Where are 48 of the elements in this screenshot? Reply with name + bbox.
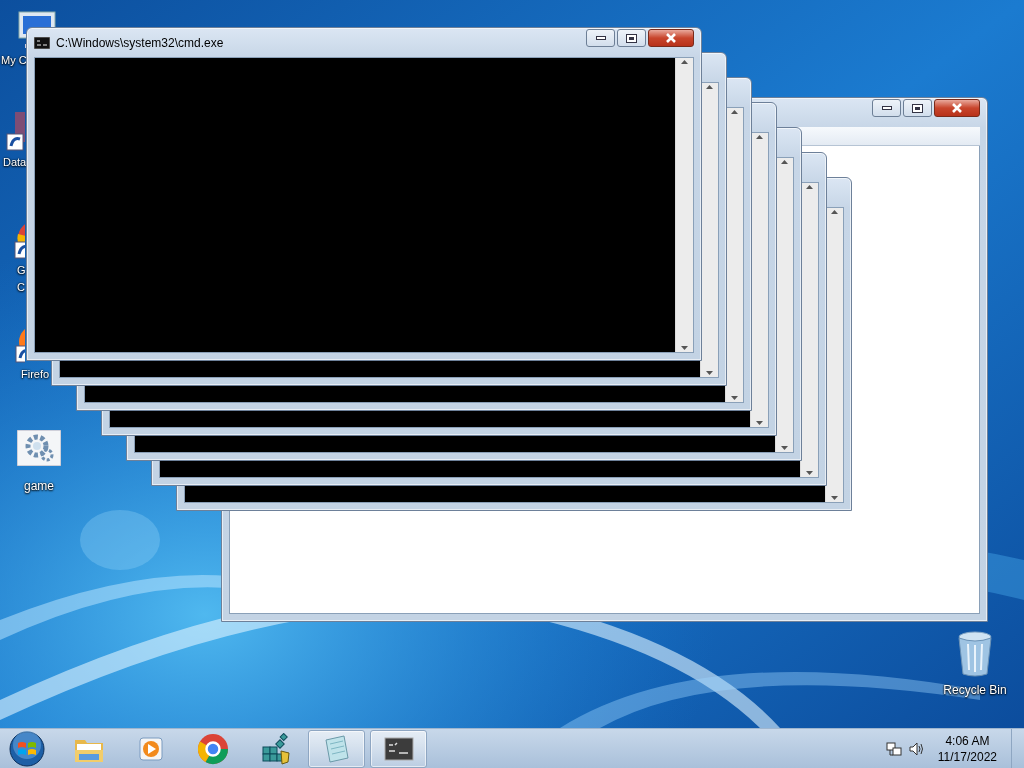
clock-date: 11/17/2022 — [937, 748, 997, 765]
gear-icon[interactable] — [17, 430, 61, 466]
start-button[interactable] — [6, 728, 48, 768]
close-button[interactable] — [934, 99, 980, 117]
maximize-button[interactable] — [617, 29, 646, 47]
down-arrow-icon[interactable] — [730, 393, 739, 402]
trash-bin-icon[interactable] — [955, 630, 995, 678]
maximize-button[interactable] — [903, 99, 932, 117]
console-icon — [383, 736, 414, 761]
minimize-icon — [595, 36, 606, 40]
scrollbar[interactable] — [675, 58, 693, 352]
browser-icon — [196, 732, 229, 765]
up-arrow-icon[interactable] — [805, 183, 814, 192]
icon-label: My C — [1, 53, 27, 68]
speaker-icon[interactable] — [907, 740, 924, 757]
up-arrow-icon[interactable] — [680, 58, 689, 67]
close-button[interactable] — [648, 29, 694, 47]
network-icon[interactable] — [885, 740, 902, 757]
down-arrow-icon[interactable] — [780, 443, 789, 452]
down-arrow-icon[interactable] — [705, 368, 714, 377]
down-arrow-icon[interactable] — [830, 493, 839, 502]
taskbar-button[interactable] — [370, 729, 427, 768]
minimize-button[interactable] — [586, 29, 615, 47]
minimize-button[interactable] — [872, 99, 901, 117]
console-icon — [34, 36, 50, 49]
up-arrow-icon[interactable] — [780, 158, 789, 167]
down-arrow-icon[interactable] — [755, 418, 764, 427]
down-arrow-icon[interactable] — [805, 468, 814, 477]
icon-label: Recycle Bin — [943, 682, 1007, 699]
window-title: C:\Windows\system32\cmd.exe — [56, 35, 224, 50]
maximize-icon — [626, 33, 637, 43]
play-icon — [136, 734, 165, 763]
icon-label: G — [17, 263, 26, 278]
down-arrow-icon[interactable] — [680, 343, 689, 352]
maximize-icon — [912, 103, 923, 113]
icon-label: Data — [3, 155, 27, 170]
close-icon — [951, 103, 963, 113]
up-arrow-icon[interactable] — [755, 133, 764, 142]
up-arrow-icon[interactable] — [730, 108, 739, 117]
icon-label: C — [17, 280, 25, 295]
close-icon — [665, 33, 677, 43]
up-arrow-icon[interactable] — [705, 83, 714, 92]
clock[interactable]: 4:06 AM 11/17/2022 — [937, 732, 997, 765]
clock-time: 4:06 AM — [945, 732, 990, 749]
minimize-icon — [881, 106, 892, 110]
icon-label: Firefo — [21, 367, 50, 382]
up-arrow-icon[interactable] — [830, 208, 839, 217]
icon-label: game — [24, 478, 54, 495]
